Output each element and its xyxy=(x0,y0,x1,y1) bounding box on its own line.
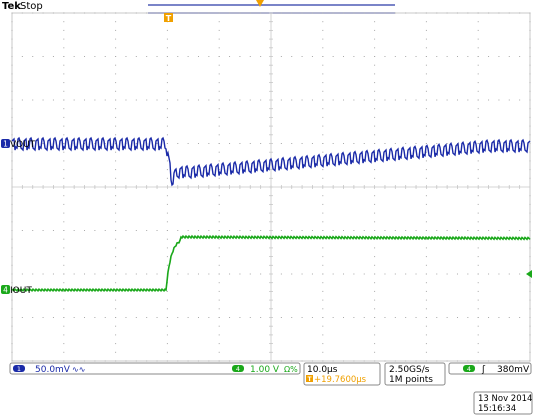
ch1-number: 1 xyxy=(17,365,21,373)
time-label: 15:16:34 xyxy=(478,404,516,414)
brand-label: Tek xyxy=(2,1,21,12)
ch4-label: IOUT xyxy=(10,286,32,296)
acquisition-readout-box[interactable]: 2.50GS/s 1M points xyxy=(384,362,446,386)
horizontal-readout-box[interactable]: 10.0µs T +19.7600µs xyxy=(303,362,381,386)
trigger-position-marker[interactable]: T xyxy=(164,13,173,23)
ch4-number: 4 xyxy=(236,365,240,373)
trigger-source: 4 xyxy=(467,365,471,373)
graticule xyxy=(11,12,531,362)
record-bar xyxy=(148,0,395,14)
trigger-marker-label: T xyxy=(166,14,172,23)
trigger-level-marker[interactable] xyxy=(526,270,532,278)
datetime-box: 13 Nov 2014 15:16:34 xyxy=(473,391,533,415)
record-position-icon xyxy=(256,0,264,7)
ch1-coupling: ∿∿ xyxy=(72,365,85,374)
ch4-reference-marker[interactable]: 4 IOUT xyxy=(1,285,32,296)
svg-text:1: 1 xyxy=(3,140,8,149)
ch1-scale: 50.0mV xyxy=(35,365,71,375)
record-length: 1M points xyxy=(389,375,433,385)
ch4-scale: 1.00 V xyxy=(250,365,280,375)
run-state-label: Stop xyxy=(20,1,43,12)
sample-rate: 2.50GS/s xyxy=(389,365,430,375)
trigger-readout-box[interactable]: 4 ʃ 380mV xyxy=(448,362,532,375)
date-label: 13 Nov 2014 xyxy=(478,394,532,404)
ch4-impedance: Ω% xyxy=(284,365,298,374)
trigger-level: 380mV xyxy=(497,365,530,375)
oscilloscope-screen: Tek Stop T 1 VOUT 4 IOUT 1 50.0mV ∿∿ 4 1… xyxy=(1,0,533,415)
ch1-reference-marker[interactable]: 1 VOUT xyxy=(1,139,36,150)
svg-text:4: 4 xyxy=(3,286,8,295)
channel-readout-box[interactable]: 1 50.0mV ∿∿ 4 1.00 V Ω% xyxy=(9,362,301,375)
trigger-offset: +19.7600µs xyxy=(314,375,367,385)
time-per-div: 10.0µs xyxy=(307,365,338,375)
ch1-label: VOUT xyxy=(10,140,36,150)
